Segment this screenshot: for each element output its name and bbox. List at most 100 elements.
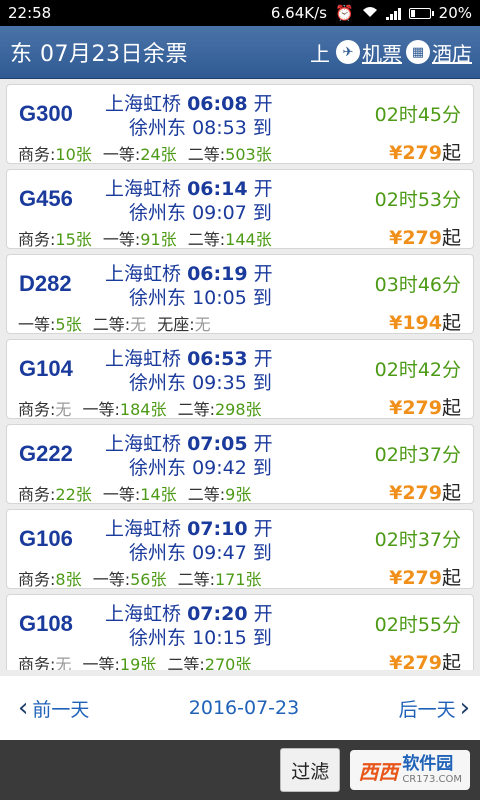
page-title: 东 07月23日余票 [10,42,188,67]
prev-day-button[interactable]: ‹ 前一天 [18,695,89,722]
seat-class: 二等:171张 [178,570,262,589]
departure-row: 上海虹桥 06:53 开 [105,347,273,371]
seat-count: 9张 [225,485,252,504]
seat-count: 171张 [214,570,262,589]
train-card[interactable]: G108 上海虹桥 07:20 开 徐州东 10:15 到 02时55分 商务:… [6,594,474,670]
arrival-time: 09:42 [192,457,247,479]
seat-count: 56张 [130,570,167,589]
seat-availability: 商务:无 一等:19张 二等:270张 [18,651,257,670]
seat-class: 一等:24张 [103,145,177,164]
watermark-text: 软件园 CR173.COM [402,755,462,785]
departure-suffix: 开 [253,518,273,540]
battery-icon [408,7,434,19]
trip-duration: 02时37分 [374,529,461,551]
seat-count: 24张 [140,145,177,164]
departure-row: 上海虹桥 07:05 开 [105,432,273,456]
train-stations: 上海虹桥 06:53 开 徐州东 09:35 到 [105,347,273,395]
price-suffix: 起 [441,652,461,670]
departure-row: 上海虹桥 07:10 开 [105,517,273,541]
seat-label: 二等: [187,145,226,164]
seat-label: 一等: [82,655,120,670]
price-amount: ¥279 [389,652,442,670]
arrival-time: 09:47 [192,542,247,564]
train-card[interactable]: G222 上海虹桥 07:05 开 徐州东 09:42 到 02时37分 商务:… [6,424,474,504]
wifi-icon [362,4,378,22]
filter-button[interactable]: 过滤 [280,748,341,792]
flight-link[interactable]: ✈ 机票 [336,38,402,67]
seat-label: 二等: [187,230,226,249]
seat-availability: 一等:5张 二等:无 无座:无 [18,311,217,335]
chevron-left-icon: ‹ [18,693,29,723]
train-number: G456 [19,186,73,211]
seat-label: 无座: [157,315,195,334]
arrival-station: 徐州东 [129,457,187,479]
hotel-link-label: 酒店 [432,41,472,66]
arrival-suffix: 到 [252,372,272,394]
seat-class: 商务:22张 [18,485,92,504]
watermark: 西西 软件园 CR173.COM [350,750,470,790]
seat-class: 一等:91张 [103,230,177,249]
arrival-station: 徐州东 [129,202,187,224]
current-date[interactable]: 2016-07-23 [189,697,299,719]
departure-time: 07:20 [187,603,248,625]
network-speed: 6.64K/s [270,4,327,22]
seat-count: 270张 [204,655,252,670]
ticket-price: ¥279起 [389,478,461,505]
seat-class: 二等:503张 [188,145,272,164]
departure-row: 上海虹桥 06:08 开 [105,92,273,116]
train-list[interactable]: G300 上海虹桥 06:08 开 徐州东 08:53 到 02时45分 商务:… [0,80,480,670]
seat-class: 一等:56张 [93,570,167,589]
watermark-logo: 西西 [358,761,399,784]
train-stations: 上海虹桥 07:20 开 徐州东 10:15 到 [105,602,273,650]
departure-station: 上海虹桥 [105,603,182,625]
ticket-price: ¥279起 [389,223,461,250]
seat-count: 8张 [55,570,82,589]
seat-class: 商务:8张 [18,570,82,589]
seat-count: 503张 [225,145,272,164]
next-day-button[interactable]: 后一天 › [399,695,470,722]
arrival-station: 徐州东 [129,542,187,564]
train-number: G106 [19,526,73,551]
train-card[interactable]: G106 上海虹桥 07:10 开 徐州东 09:47 到 02时37分 商务:… [6,509,474,589]
seat-label: 二等: [177,570,215,589]
departure-time: 06:08 [187,93,248,115]
train-card[interactable]: G104 上海虹桥 06:53 开 徐州东 09:35 到 02时42分 商务:… [6,339,474,419]
seat-class: 商务:无 [18,655,71,670]
seat-count: 19张 [119,655,157,670]
arrival-time: 10:15 [192,627,247,649]
seat-count: 10张 [55,145,92,164]
train-card[interactable]: D282 上海虹桥 06:19 开 徐州东 10:05 到 03时46分 一等:… [6,254,474,334]
seat-availability: 商务:8张 一等:56张 二等:171张 [18,566,268,590]
seat-class: 一等:19张 [83,655,157,670]
price-suffix: 起 [441,567,461,589]
departure-time: 07:05 [187,433,248,455]
arrival-suffix: 到 [252,627,272,649]
ticket-price: ¥279起 [389,138,461,165]
seat-availability: 商务:22张 一等:14张 二等:9张 [18,481,257,505]
seat-label: 一等: [92,570,131,589]
seat-label: 二等: [177,400,215,419]
seat-count: 144张 [225,230,272,249]
arrival-suffix: 到 [252,202,272,224]
seat-availability: 商务:15张 一等:91张 二等:144张 [18,226,278,250]
status-time: 22:58 [8,4,52,22]
seat-count: 无 [55,400,72,419]
seat-label: 一等: [18,315,56,334]
price-amount: ¥279 [389,227,442,249]
prev-day-label: 前一天 [32,698,90,721]
seat-label: 一等: [102,485,141,504]
departure-suffix: 开 [253,93,273,115]
arrival-station: 徐州东 [129,117,187,139]
train-card[interactable]: G456 上海虹桥 06:14 开 徐州东 09:07 到 02时53分 商务:… [6,169,474,249]
departure-suffix: 开 [253,348,273,370]
trip-duration: 02时45分 [374,104,461,126]
seat-label: 一等: [102,145,141,164]
train-number: G300 [19,101,73,126]
arrival-time: 09:35 [192,372,247,394]
seat-count: 22张 [55,485,92,504]
hotel-link[interactable]: ▦ 酒店 [406,38,472,67]
train-card[interactable]: G300 上海虹桥 06:08 开 徐州东 08:53 到 02时45分 商务:… [6,84,474,164]
departure-row: 上海虹桥 06:14 开 [105,177,273,201]
seat-count: 298张 [214,400,262,419]
arrival-row: 徐州东 10:15 到 [105,626,273,650]
